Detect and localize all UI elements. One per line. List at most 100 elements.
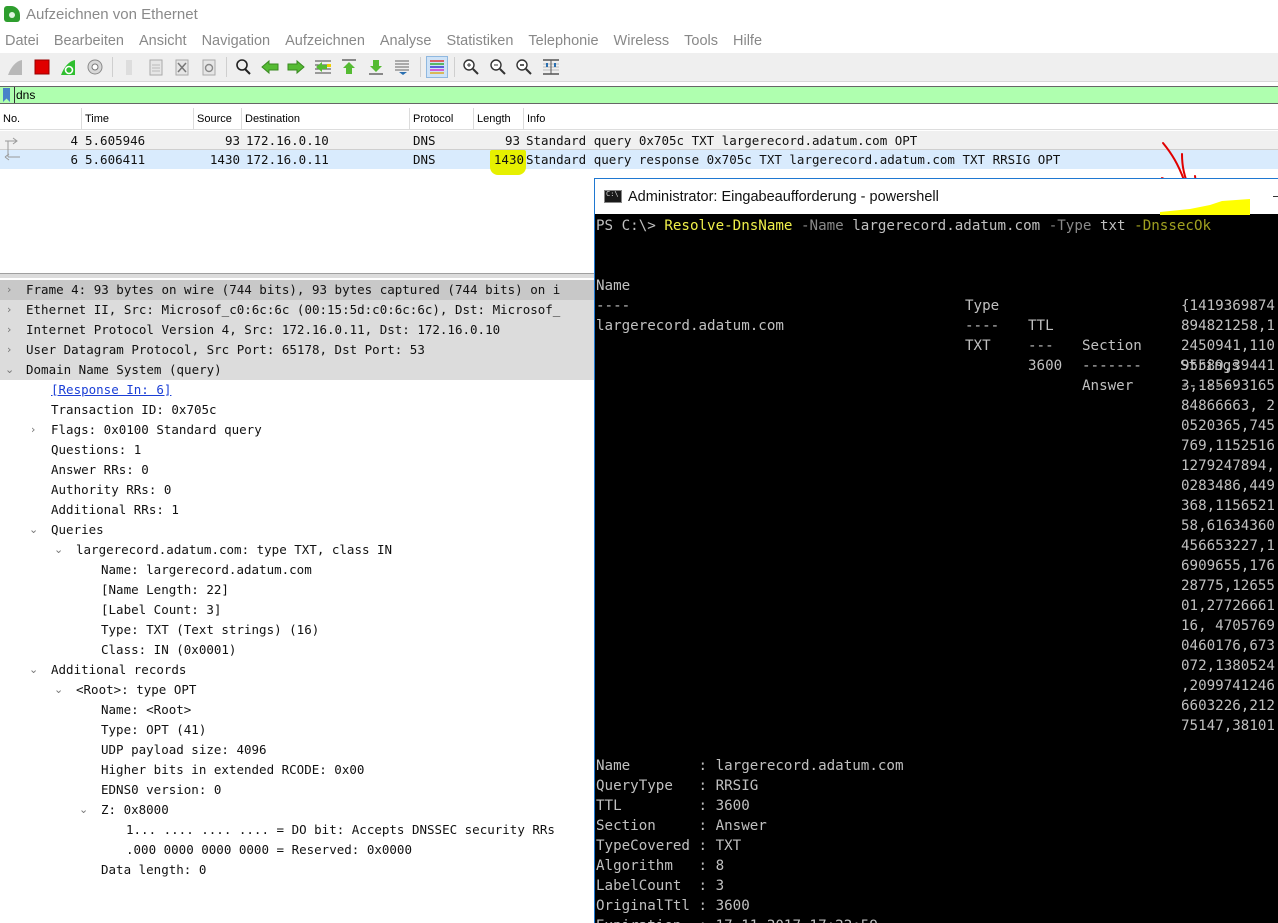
menu-tools[interactable]: Tools: [684, 33, 718, 49]
zoom-in-button[interactable]: [460, 56, 482, 78]
tree-item[interactable]: EDNS0 version: 0: [0, 780, 596, 800]
restart-capture-button[interactable]: [57, 56, 79, 78]
packet-row-selected[interactable]: 6 5.606411 1430 172.16.0.11 DNS 1430 Sta…: [0, 148, 1278, 175]
reload-file-button[interactable]: [198, 56, 220, 78]
go-back-button[interactable]: [259, 56, 281, 78]
tree-item[interactable]: Data length: 0: [0, 860, 596, 880]
capture-options-button[interactable]: [84, 56, 106, 78]
tree-item-response-in[interactable]: [Response In: 6]: [0, 380, 596, 400]
tree-item[interactable]: Name: <Root>: [0, 700, 596, 720]
tree-item[interactable]: Type: OPT (41): [0, 720, 596, 740]
powershell-titlebar[interactable]: Administrator: Eingabeaufforderung - pow…: [595, 179, 1278, 214]
tree-item-z[interactable]: ⌄ Z: 0x8000: [0, 800, 596, 820]
zoom-out-icon: [489, 59, 506, 75]
pane-splitter[interactable]: [0, 273, 600, 278]
menu-statistiken[interactable]: Statistiken: [446, 33, 513, 49]
go-first-packet-button[interactable]: [338, 56, 360, 78]
column-header-info[interactable]: Info: [524, 108, 1278, 130]
chevron-down-icon[interactable]: ⌄: [54, 540, 63, 560]
save-file-button[interactable]: [145, 56, 167, 78]
packet-destination: 172.16.0.10: [246, 133, 329, 148]
chevron-right-icon[interactable]: ›: [31, 420, 35, 440]
tree-item-ipv4[interactable]: › Internet Protocol Version 4, Src: 172.…: [0, 320, 596, 340]
go-to-packet-button[interactable]: [312, 56, 334, 78]
tree-item[interactable]: Additional RRs: 1: [0, 500, 596, 520]
colorize-icon: [429, 60, 444, 74]
tree-item[interactable]: Type: TXT (Text strings) (16): [0, 620, 596, 640]
column-header-source[interactable]: Source: [194, 107, 242, 130]
response-in-link[interactable]: [Response In: 6]: [51, 380, 171, 400]
column-header-no[interactable]: No.: [0, 107, 82, 130]
txt-string-line: 95589,39441: [1181, 358, 1275, 374]
tree-item[interactable]: Questions: 1: [0, 440, 596, 460]
tree-item-root-opt[interactable]: ⌄ <Root>: type OPT: [0, 680, 596, 700]
close-file-button[interactable]: [171, 56, 193, 78]
go-forward-button[interactable]: [285, 56, 307, 78]
column-header-time[interactable]: Time: [82, 107, 194, 130]
display-filter-input[interactable]: [14, 87, 1214, 103]
tree-item-query[interactable]: ⌄ largerecord.adatum.com: type TXT, clas…: [0, 540, 596, 560]
tree-item[interactable]: Class: IN (0x0001): [0, 640, 596, 660]
find-packet-button[interactable]: [232, 56, 254, 78]
autoscroll-button[interactable]: [391, 56, 413, 78]
powershell-console[interactable]: PS C:\> Resolve-DnsName -Name largerecor…: [595, 214, 1278, 923]
column-header-destination[interactable]: Destination: [242, 107, 410, 130]
chevron-right-icon[interactable]: ›: [7, 300, 11, 320]
stop-capture-icon: [34, 59, 49, 75]
tree-item-dns[interactable]: ⌄ Domain Name System (query): [0, 360, 596, 380]
zoom-out-button[interactable]: [487, 56, 509, 78]
rrsig-field: QueryType : RRSIG: [596, 778, 759, 794]
resize-columns-button[interactable]: [540, 56, 562, 78]
tree-item[interactable]: .000 0000 0000 0000 = Reserved: 0x0000: [0, 840, 596, 860]
tree-item[interactable]: Transaction ID: 0x705c: [0, 400, 596, 420]
tree-item-flags[interactable]: › Flags: 0x0100 Standard query: [0, 420, 596, 440]
chevron-down-icon[interactable]: ⌄: [79, 800, 88, 820]
tree-item[interactable]: Name: largerecord.adatum.com: [0, 560, 596, 580]
txt-string-line: 0520365,745: [1181, 418, 1275, 434]
chevron-down-icon[interactable]: ⌄: [5, 360, 14, 380]
go-last-packet-button[interactable]: [365, 56, 387, 78]
zoom-normal-button[interactable]: [513, 56, 535, 78]
tree-item[interactable]: Higher bits in extended RCODE: 0x00: [0, 760, 596, 780]
menu-hilfe[interactable]: Hilfe: [733, 33, 762, 49]
open-file-button[interactable]: [118, 56, 140, 78]
menu-aufzeichnen[interactable]: Aufzeichnen: [285, 33, 365, 49]
tree-item-udp[interactable]: › User Datagram Protocol, Src Port: 6517…: [0, 340, 596, 360]
tree-item-queries[interactable]: ⌄ Queries: [0, 520, 596, 540]
tree-item[interactable]: Answer RRs: 0: [0, 460, 596, 480]
tree-item-additional-records[interactable]: ⌄ Additional records: [0, 660, 596, 680]
tree-item[interactable]: 1... .... .... .... = DO bit: Accepts DN…: [0, 820, 596, 840]
menu-analyse[interactable]: Analyse: [380, 33, 432, 49]
menu-datei[interactable]: Datei: [5, 33, 39, 49]
tree-item[interactable]: Authority RRs: 0: [0, 480, 596, 500]
menu-telephonie[interactable]: Telephonie: [528, 33, 598, 49]
chevron-down-icon[interactable]: ⌄: [54, 680, 63, 700]
tree-item[interactable]: UDP payload size: 4096: [0, 740, 596, 760]
packet-destination: 172.16.0.11: [246, 152, 329, 167]
chevron-right-icon[interactable]: ›: [7, 340, 11, 360]
txt-string-line: 1279247894,: [1181, 458, 1275, 474]
chevron-right-icon[interactable]: ›: [7, 320, 11, 340]
menu-wireless[interactable]: Wireless: [614, 33, 670, 49]
chevron-down-icon[interactable]: ⌄: [29, 660, 38, 680]
menu-navigation[interactable]: Navigation: [202, 33, 271, 49]
txt-string-line: 456653227,1: [1181, 538, 1275, 554]
tree-item[interactable]: [Name Length: 22]: [0, 580, 596, 600]
chevron-down-icon[interactable]: ⌄: [29, 520, 38, 540]
chevron-right-icon[interactable]: ›: [7, 280, 11, 300]
arrow-left-icon: [260, 59, 278, 75]
column-header-length[interactable]: Length: [474, 107, 524, 130]
filter-bookmark-icon[interactable]: [3, 88, 10, 102]
column-header-protocol[interactable]: Protocol: [410, 107, 474, 130]
colorize-button[interactable]: [425, 56, 448, 78]
txt-string-line: 072,1380524: [1181, 658, 1275, 674]
tree-item-ethernet[interactable]: › Ethernet II, Src: Microsof_c0:6c:6c (0…: [0, 300, 596, 320]
menu-bearbeiten[interactable]: Bearbeiten: [54, 33, 124, 49]
tree-item-frame[interactable]: › Frame 4: 93 bytes on wire (744 bits), …: [0, 280, 596, 300]
stop-capture-button[interactable]: [31, 56, 53, 78]
start-capture-button[interactable]: [4, 56, 26, 78]
menu-ansicht[interactable]: Ansicht: [139, 33, 187, 49]
packet-row[interactable]: 4 5.605946 93 172.16.0.10 DNS 93 Standar…: [0, 131, 1278, 150]
minimize-button[interactable]: [1273, 196, 1278, 197]
tree-item[interactable]: [Label Count: 3]: [0, 600, 596, 620]
